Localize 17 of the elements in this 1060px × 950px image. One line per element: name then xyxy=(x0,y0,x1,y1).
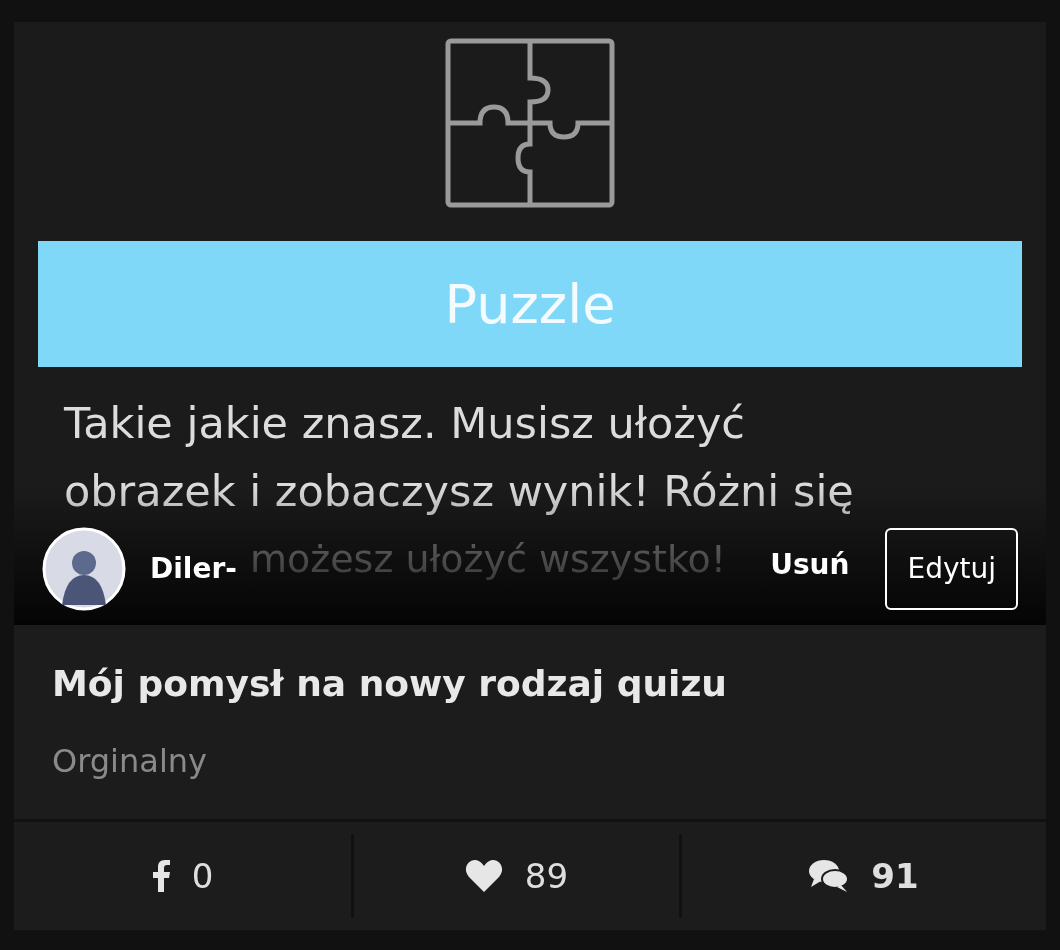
delete-link[interactable]: Usuń xyxy=(770,544,850,586)
facebook-icon xyxy=(151,860,170,892)
heart-icon xyxy=(464,859,503,893)
author-name[interactable]: Diler- xyxy=(150,548,237,590)
likes-count[interactable]: 89 xyxy=(524,850,569,902)
description-line: Takie jakie znasz. Musisz ułożyć xyxy=(64,397,745,450)
puzzle-icon xyxy=(445,38,615,208)
edit-button[interactable]: Edytuj xyxy=(885,528,1018,610)
comments-count[interactable]: 91 xyxy=(871,850,919,902)
post-category: Orginalny xyxy=(52,741,208,782)
facebook-count[interactable]: 0 xyxy=(191,850,214,902)
comments-icon xyxy=(809,859,850,893)
post-title[interactable]: Mój pomysł na nowy rodzaj quizu xyxy=(52,657,1008,711)
description-line: możesz ułożyć wszystko! xyxy=(250,536,727,583)
avatar[interactable] xyxy=(42,527,126,611)
banner-heading: Puzzle xyxy=(444,271,616,338)
description-line: obrazek i zobaczysz wynik! Różni się xyxy=(64,465,854,518)
